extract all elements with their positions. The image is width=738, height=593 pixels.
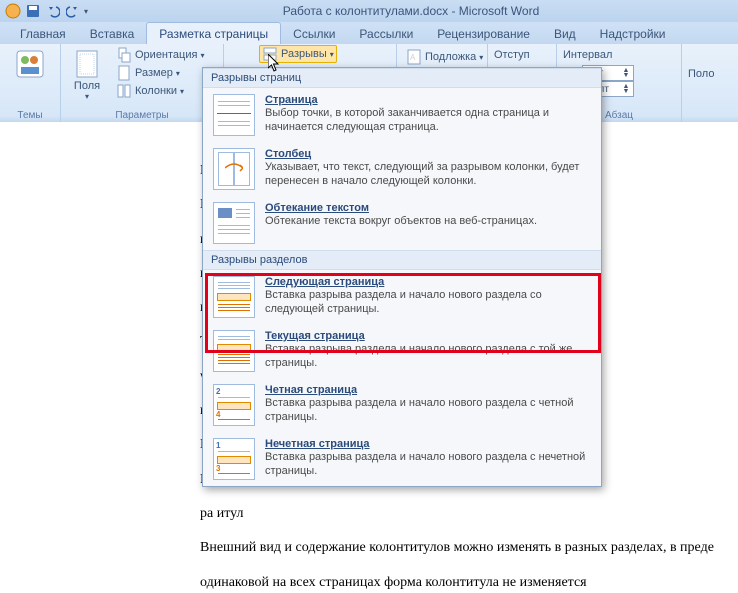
interval-label: Интервал <box>563 46 675 61</box>
quick-access-toolbar: ▾ <box>4 2 88 20</box>
dd-section-section-breaks: Разрывы разделов <box>203 250 601 270</box>
dd-item-next-page[interactable]: Следующая страницаВставка разрыва раздел… <box>203 270 601 324</box>
size-button[interactable]: Размер ▾ <box>113 64 207 82</box>
group-themes: Темы <box>0 44 61 122</box>
columns-label: Колонки <box>135 85 177 97</box>
orientation-icon <box>116 47 132 63</box>
themes-icon <box>14 48 46 80</box>
group-polo: Поло <box>682 44 734 122</box>
text-wrap-icon <box>213 202 255 244</box>
office-button[interactable] <box>4 2 22 20</box>
dd-section-page-breaks: Разрывы страниц <box>203 68 601 88</box>
doc-line: одинаковой на всех страницах форма колон… <box>200 573 738 593</box>
dd-item-title: Обтекание текстом <box>265 202 591 214</box>
redo-icon[interactable] <box>64 2 82 20</box>
dd-item-title: Текущая страница <box>265 330 591 342</box>
even-page-icon: 24 <box>213 384 255 426</box>
dd-item-title: Четная страница <box>265 384 591 396</box>
dd-item-continuous[interactable]: Текущая страницаВставка разрыва раздела … <box>203 324 601 378</box>
title-bar: ▾ Работа с колонтитулами.docx - Microsof… <box>0 0 738 22</box>
dd-item-title: Нечетная страница <box>265 438 591 450</box>
watermark-button[interactable]: AПодложка ▾ <box>403 48 481 66</box>
dd-item-page[interactable]: СтраницаВыбор точки, в которой заканчива… <box>203 88 601 142</box>
ribbon-tabs: Главная Вставка Разметка страницы Ссылки… <box>0 22 738 44</box>
tab-home[interactable]: Главная <box>8 23 78 44</box>
dd-item-desc: Вставка разрыва раздела и начало нового … <box>265 397 591 425</box>
tab-references[interactable]: Ссылки <box>281 23 347 44</box>
group-page-setup: Поля▾ Ориентация ▾ Размер ▾ Колонки ▾ Ра… <box>61 44 224 122</box>
dd-item-title: Страница <box>265 94 591 106</box>
dd-item-even-page[interactable]: 24 Четная страницаВставка разрыва раздел… <box>203 378 601 432</box>
next-page-icon <box>213 276 255 318</box>
columns-icon <box>116 83 132 99</box>
dd-item-desc: Указывает, что текст, следующий за разры… <box>265 161 591 189</box>
odd-page-icon: 13 <box>213 438 255 480</box>
column-break-icon <box>213 148 255 190</box>
continuous-icon <box>213 330 255 372</box>
size-label: Размер <box>135 67 173 79</box>
breaks-label: Разрывы <box>281 48 327 60</box>
watermark-icon: A <box>406 49 422 65</box>
dd-item-text-wrapping[interactable]: Обтекание текстомОбтекание текста вокруг… <box>203 196 601 250</box>
group-label-themes: Темы <box>0 110 60 121</box>
dd-item-title: Следующая страница <box>265 276 591 288</box>
dd-item-title: Столбец <box>265 148 591 160</box>
dd-item-desc: Обтекание текста вокруг объектов на веб-… <box>265 215 591 229</box>
breaks-icon <box>262 46 278 62</box>
columns-button[interactable]: Колонки ▾ <box>113 82 207 100</box>
watermark-label: Подложка <box>425 51 476 63</box>
svg-text:A: A <box>410 53 416 62</box>
page-break-icon <box>213 94 255 136</box>
group-label-params: Параметры <box>61 110 223 121</box>
dd-item-odd-page[interactable]: 13 Нечетная страницаВставка разрыва разд… <box>203 432 601 486</box>
dd-item-desc: Выбор точки, в которой заканчивается одн… <box>265 107 591 135</box>
margins-label: Поля <box>74 80 100 92</box>
save-icon[interactable] <box>24 2 42 20</box>
window-title: Работа с колонтитулами.docx - Microsoft … <box>88 4 734 18</box>
polo-label: Поло <box>688 46 728 80</box>
tab-review[interactable]: Рецензирование <box>425 23 542 44</box>
orientation-button[interactable]: Ориентация ▾ <box>113 46 207 64</box>
margins-icon <box>71 48 103 80</box>
tab-mailings[interactable]: Рассылки <box>347 23 425 44</box>
dd-item-desc: Вставка разрыва раздела и начало нового … <box>265 289 591 317</box>
themes-button[interactable] <box>6 46 54 80</box>
dd-item-desc: Вставка разрыва раздела и начало нового … <box>265 343 591 371</box>
breaks-dropdown: Разрывы страниц СтраницаВыбор точки, в к… <box>202 67 602 487</box>
undo-icon[interactable] <box>44 2 62 20</box>
doc-line: Внешний вид и содержание колонтитулов мо… <box>200 538 738 558</box>
doc-line: ра итул <box>200 504 738 524</box>
breaks-button[interactable]: Разрывы ▾ <box>259 45 337 63</box>
dd-item-column[interactable]: СтолбецУказывает, что текст, следующий з… <box>203 142 601 196</box>
indent-label: Отступ <box>494 46 550 61</box>
size-icon <box>116 65 132 81</box>
tab-insert[interactable]: Вставка <box>78 23 147 44</box>
orientation-label: Ориентация <box>135 49 197 61</box>
margins-button[interactable]: Поля▾ <box>67 46 107 101</box>
tab-addins[interactable]: Надстройки <box>588 23 678 44</box>
dd-item-desc: Вставка разрыва раздела и начало нового … <box>265 451 591 479</box>
tab-view[interactable]: Вид <box>542 23 588 44</box>
tab-page-layout[interactable]: Разметка страницы <box>146 22 281 44</box>
